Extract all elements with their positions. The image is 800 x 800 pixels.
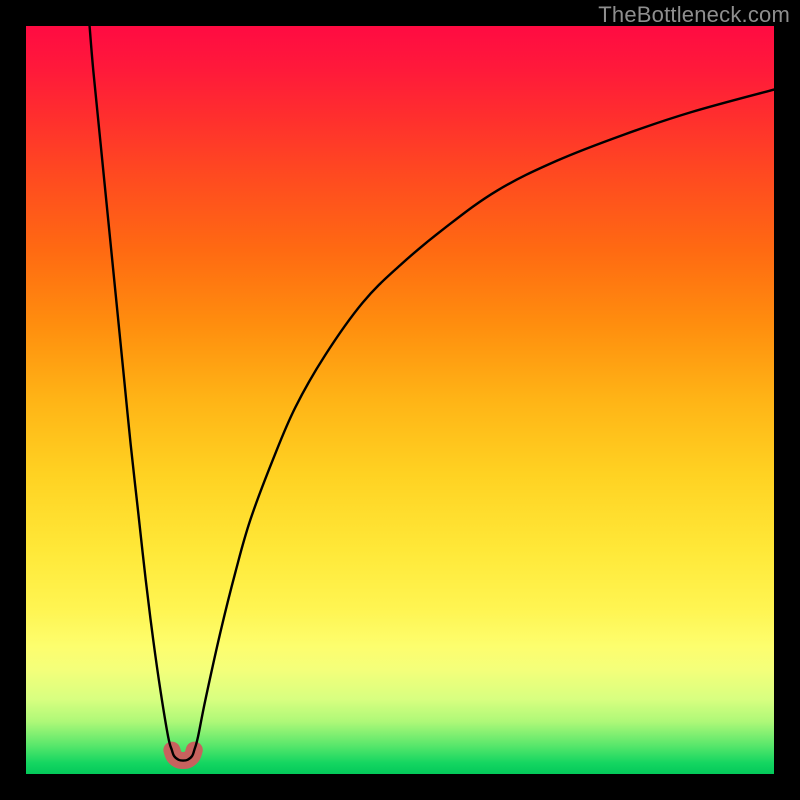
chart-svg [26,26,774,774]
gradient-background [26,26,774,774]
chart-frame: TheBottleneck.com [0,0,800,800]
plot-area [26,26,774,774]
watermark-label: TheBottleneck.com [598,2,790,28]
